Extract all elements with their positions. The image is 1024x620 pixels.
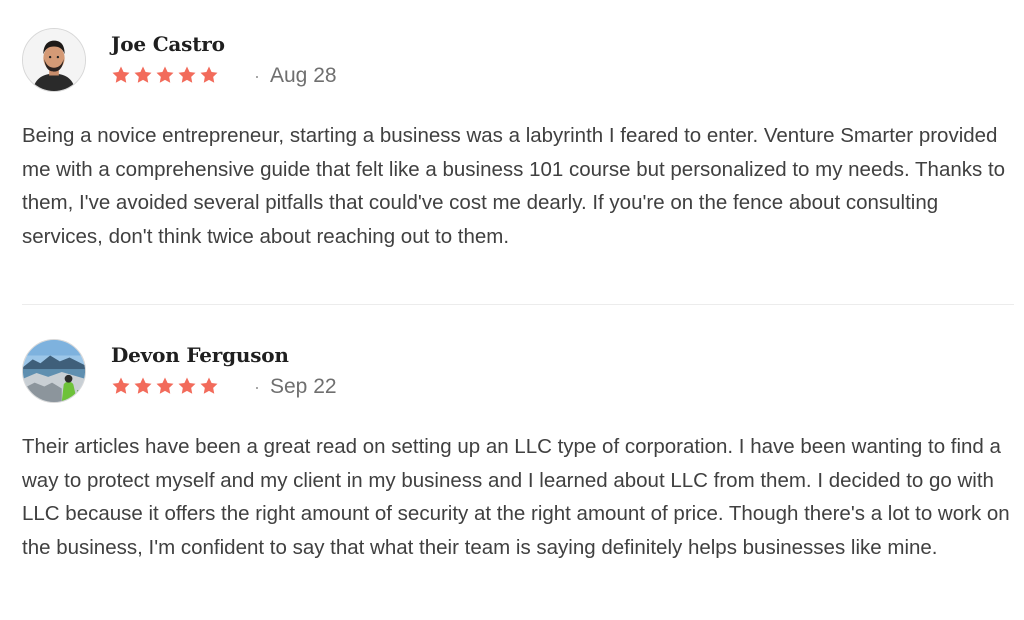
- review-text: Their articles have been a great read on…: [22, 435, 1010, 559]
- review-card: Devon Ferguson · Sep 22 Their articles h…: [22, 339, 1014, 564]
- review-date: Aug 28: [270, 64, 337, 87]
- reviewer-name: Devon Ferguson: [111, 343, 289, 367]
- star-icon: [134, 66, 152, 83]
- landscape-photo-icon: [23, 340, 85, 402]
- review-text: Being a novice entrepreneur, starting a …: [22, 124, 1006, 248]
- avatar: [22, 28, 86, 92]
- review-date: Sep 22: [270, 375, 337, 398]
- review-header: Joe Castro · Aug 28: [22, 28, 1014, 96]
- star-icon: [200, 66, 218, 83]
- avatar: [22, 339, 86, 403]
- review-header: Devon Ferguson · Sep 22: [22, 339, 1014, 407]
- star-icon: [156, 66, 174, 83]
- star-icon: [112, 66, 130, 83]
- star-icon: [200, 377, 218, 394]
- star-icon: [134, 377, 152, 394]
- star-icon: [156, 377, 174, 394]
- review-card: Joe Castro · Aug 28 Being a novice entre…: [22, 28, 1014, 253]
- date-separator: ·: [254, 377, 260, 397]
- star-icon: [178, 377, 196, 394]
- star-rating: [111, 376, 219, 398]
- divider: [22, 304, 1014, 305]
- person-portrait-icon: [23, 29, 85, 91]
- reviewer-name: Joe Castro: [111, 32, 225, 56]
- star-rating: [111, 65, 219, 87]
- star-icon: [178, 66, 196, 83]
- star-icon: [112, 377, 130, 394]
- date-separator: ·: [254, 66, 260, 86]
